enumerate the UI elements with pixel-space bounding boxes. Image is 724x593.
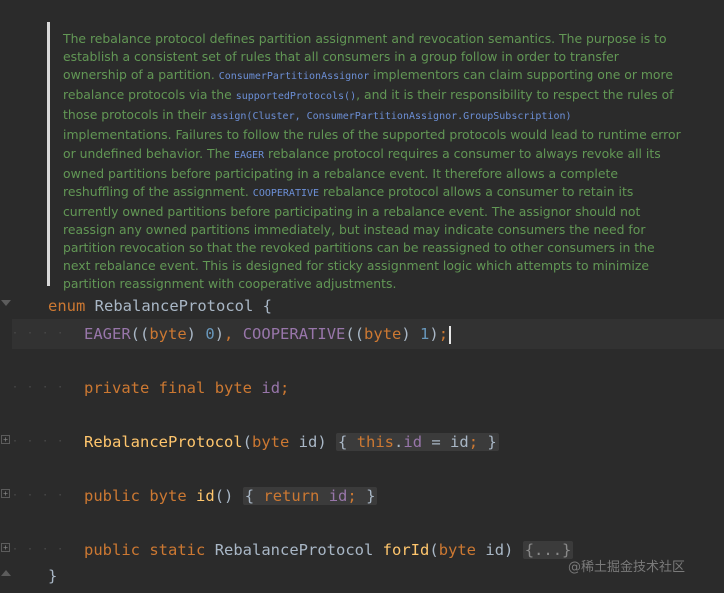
open-brace: { xyxy=(262,297,272,315)
open-brace: { xyxy=(338,433,348,451)
this-keyword: this xyxy=(356,433,395,451)
field-declaration-line[interactable]: private final byte id; xyxy=(84,373,289,403)
expand-icon[interactable]: + xyxy=(1,435,10,444)
enum-declaration-line[interactable]: enum RebalanceProtocol { xyxy=(48,291,272,321)
return-type: RebalanceProtocol xyxy=(214,541,374,559)
doc-code-eager[interactable]: EAGER xyxy=(234,150,264,161)
close-brace: } xyxy=(48,567,58,585)
doc-code-assign[interactable]: assign(Cluster, ConsumerPartitionAssigno… xyxy=(210,111,571,122)
doc-code-consumer-partition-assignor[interactable]: ConsumerPartitionAssignor xyxy=(219,71,370,82)
folded-body[interactable]: {...} xyxy=(522,541,574,559)
enum-constants-line[interactable]: EAGER((byte) 0), COOPERATIVE((byte) 1); xyxy=(84,319,452,349)
doc-code-supported-protocols[interactable]: supportedProtocols() xyxy=(236,91,356,102)
expand-icon[interactable]: + xyxy=(1,543,10,552)
number-literal: 0 xyxy=(205,325,215,343)
doc-code-cooperative[interactable]: COOPERATIVE xyxy=(253,188,319,199)
id-field: id xyxy=(403,433,423,451)
close-brace: } xyxy=(366,487,376,505)
expand-icon[interactable]: + xyxy=(1,489,10,498)
cooperative-constant[interactable]: COOPERATIVE xyxy=(243,325,346,343)
fold-marker-icon[interactable] xyxy=(1,300,11,306)
id-field[interactable]: id xyxy=(261,379,280,397)
forid-method-name[interactable]: forId xyxy=(383,541,430,559)
editor-gutter xyxy=(0,0,12,593)
folded-body[interactable]: { return id; } xyxy=(242,487,378,505)
static-keyword: static xyxy=(149,541,206,559)
byte-keyword: byte xyxy=(149,487,187,505)
id-param: id xyxy=(485,541,505,559)
folded-body[interactable]: { this.id = id; } xyxy=(336,433,499,451)
indent-guide: · · · · xyxy=(12,328,65,339)
javadoc-text: The rebalance protocol defines partition… xyxy=(63,30,684,293)
private-keyword: private xyxy=(84,379,150,397)
indent-guide: · · · · xyxy=(12,382,65,393)
close-brace: } xyxy=(487,433,497,451)
text-cursor xyxy=(449,325,452,344)
open-brace: { xyxy=(244,487,255,505)
public-keyword: public xyxy=(84,541,140,559)
eager-constant[interactable]: EAGER xyxy=(84,325,131,343)
byte-keyword: byte xyxy=(251,433,290,451)
id-param: id xyxy=(298,433,318,451)
public-keyword: public xyxy=(84,487,140,505)
byte-keyword: byte xyxy=(438,541,477,559)
watermark: @稀土掘金技术社区 xyxy=(568,560,686,575)
indent-guide: · · · · xyxy=(12,436,65,447)
byte-keyword: byte xyxy=(364,325,402,343)
enum-keyword: enum xyxy=(48,297,86,315)
constructor-name[interactable]: RebalanceProtocol xyxy=(84,433,243,451)
constructor-line[interactable]: RebalanceProtocol(byte id) { this.id = i… xyxy=(84,427,499,457)
doc-text-6: rebalance protocol allows a consumer to … xyxy=(63,183,655,292)
return-keyword: return xyxy=(263,487,320,505)
byte-keyword: byte xyxy=(214,379,253,397)
id-field: id xyxy=(328,487,348,505)
final-keyword: final xyxy=(158,379,206,397)
javadoc-comment: The rebalance protocol defines partition… xyxy=(47,22,692,291)
fold-end-icon[interactable] xyxy=(1,570,11,576)
number-literal: 1 xyxy=(420,325,430,343)
indent-guide: · · · · xyxy=(12,490,65,501)
id-method-line[interactable]: public byte id() { return id; } xyxy=(84,481,378,511)
forid-method-line[interactable]: public static RebalanceProtocol forId(by… xyxy=(84,535,574,565)
byte-keyword: byte xyxy=(149,325,187,343)
enum-close-line[interactable]: } xyxy=(48,561,57,591)
enum-name: RebalanceProtocol xyxy=(94,297,254,315)
id-param: id xyxy=(450,433,469,451)
id-method-name[interactable]: id xyxy=(196,487,215,505)
